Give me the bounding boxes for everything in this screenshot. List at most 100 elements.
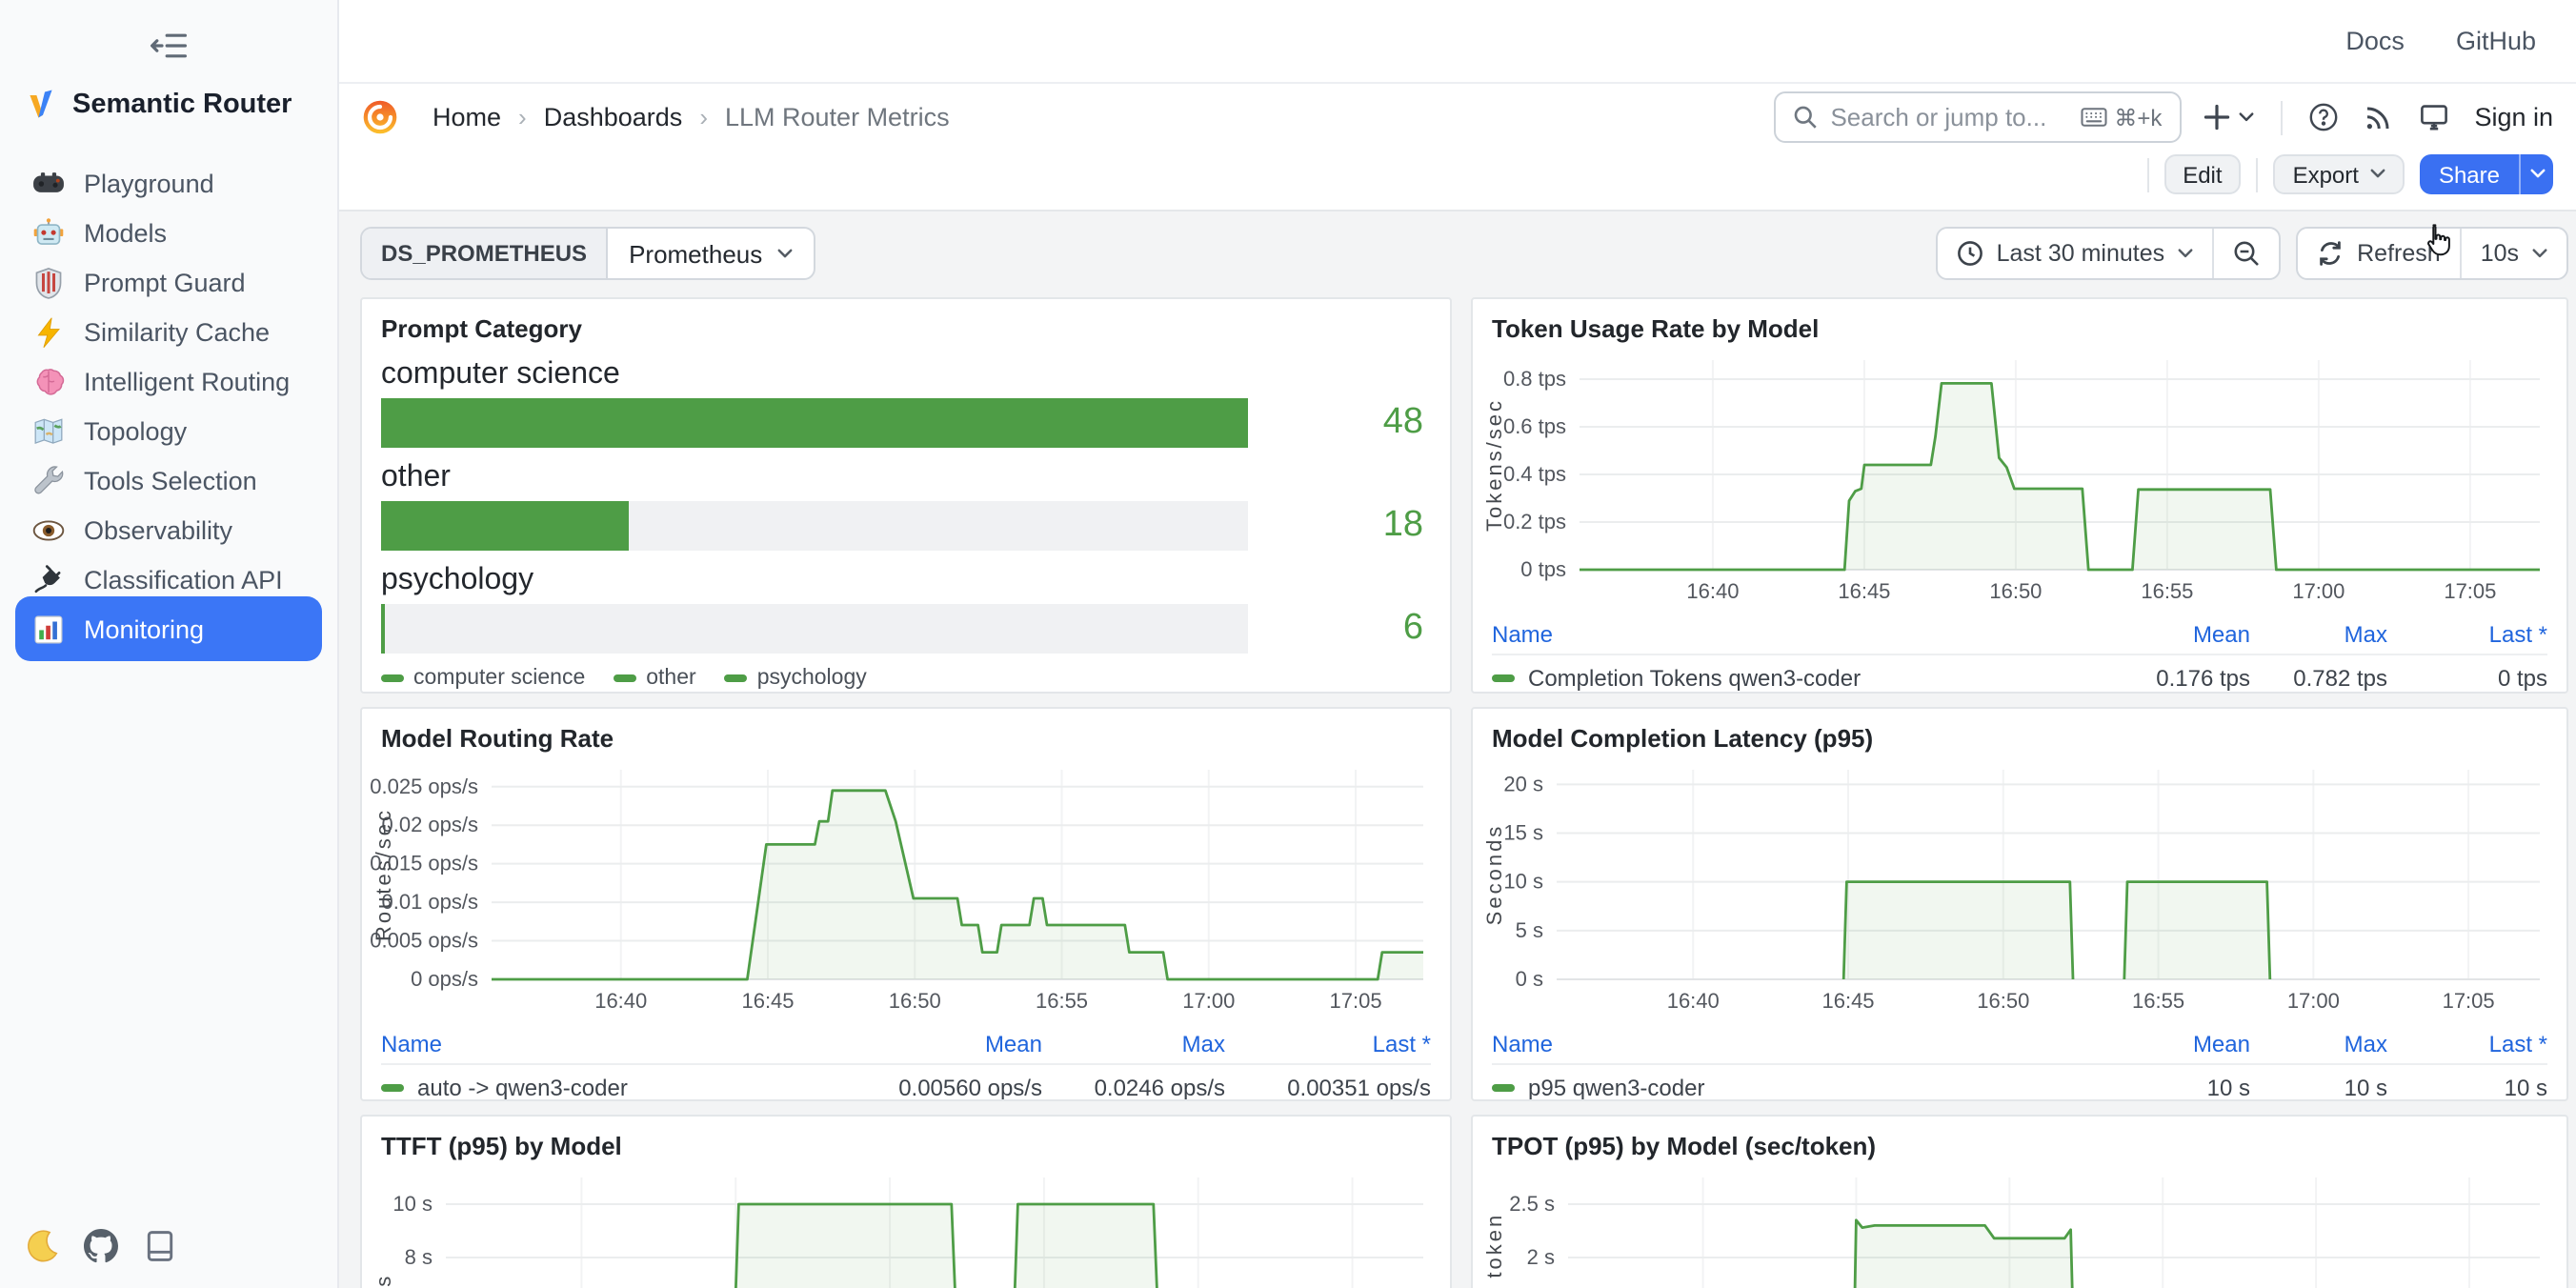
sidebar-item-models[interactable]: Models xyxy=(15,208,322,257)
svg-text:16:55: 16:55 xyxy=(2132,989,2184,1013)
chevron-down-icon xyxy=(777,248,793,259)
legend-header-last[interactable]: Last * xyxy=(2387,621,2547,648)
sidebar-item-topology[interactable]: Topology xyxy=(15,406,322,455)
sidebar-item-monitoring[interactable]: Monitoring xyxy=(15,596,322,661)
github-icon[interactable] xyxy=(84,1229,118,1263)
series-color-dash-icon xyxy=(1492,674,1515,682)
svg-text:16:55: 16:55 xyxy=(2141,579,2193,603)
svg-text:16:50: 16:50 xyxy=(1989,579,2042,603)
divider xyxy=(2280,100,2282,134)
svg-text:10 s: 10 s xyxy=(392,1192,433,1216)
timeseries-chart[interactable]: 0 s0.5 s1 s1.5 s2 s2.5 s16:4016:4516:501… xyxy=(1480,1162,2555,1288)
chevron-down-icon xyxy=(2370,169,2385,180)
grafana-logo-icon[interactable] xyxy=(362,99,398,135)
svg-text:2.5 s: 2.5 s xyxy=(1509,1192,1555,1216)
breadcrumb-item-llm-router-metrics[interactable]: LLM Router Metrics xyxy=(725,103,950,131)
breadcrumb-separator: › xyxy=(518,103,527,131)
sidebar-item-prompt-guard[interactable]: Prompt Guard xyxy=(15,257,322,307)
timeseries-chart[interactable]: 0 tps0.2 tps0.4 tps0.6 tps0.8 tps16:4016… xyxy=(1480,345,2555,617)
legend-header-max[interactable]: Max xyxy=(1042,1031,1225,1057)
export-button[interactable]: Export xyxy=(2274,154,2405,194)
legend-item[interactable]: computer science xyxy=(381,667,585,690)
svg-text:0 s: 0 s xyxy=(1516,967,1543,991)
breadcrumb-item-dashboards[interactable]: Dashboards xyxy=(544,103,683,131)
legend-header: NameMeanMaxLast * xyxy=(381,1027,1431,1063)
series-value: 0.176 tps xyxy=(2075,665,2250,692)
series-name[interactable]: auto -> qwen3-coder xyxy=(381,1075,829,1101)
share-menu-caret[interactable] xyxy=(2519,154,2553,194)
legend-header-name[interactable]: Name xyxy=(1492,1031,2075,1057)
help-icon[interactable] xyxy=(2308,103,2337,131)
series-name[interactable]: p95 qwen3-coder xyxy=(1492,1075,2075,1101)
series-label: auto -> qwen3-coder xyxy=(417,1075,628,1101)
sidebar-item-intelligent-routing[interactable]: Intelligent Routing xyxy=(15,356,322,406)
docs-link[interactable]: Docs xyxy=(2345,27,2405,55)
legend-header-max[interactable]: Max xyxy=(2250,1031,2387,1057)
timeseries-chart[interactable]: 0 ops/s0.005 ops/s0.01 ops/s0.015 ops/s0… xyxy=(370,755,1439,1027)
series-label: Completion Tokens qwen3-coder xyxy=(1528,665,1861,692)
datasource-select[interactable]: Prometheus xyxy=(608,229,814,278)
timeseries-chart[interactable]: 0 s2 s4 s6 s8 s10 s16:4016:4516:5016:551… xyxy=(370,1162,1439,1288)
legend-header-mean[interactable]: Mean xyxy=(829,1031,1042,1057)
legend-header: NameMeanMaxLast * xyxy=(1492,1027,2547,1063)
github-link[interactable]: GitHub xyxy=(2456,27,2536,55)
svg-text:2 s: 2 s xyxy=(1527,1245,1555,1269)
sidebar-item-label: Classification API xyxy=(84,565,283,594)
bar-fill xyxy=(381,604,385,654)
zoom-out-button[interactable] xyxy=(2212,229,2279,278)
sidebar-item-label: Similarity Cache xyxy=(84,317,270,346)
legend-header-last[interactable]: Last * xyxy=(2387,1031,2547,1057)
edit-button[interactable]: Edit xyxy=(2163,154,2241,194)
legend-row: Completion Tokens qwen3-coder0.176 tps0.… xyxy=(1492,654,2547,694)
breadcrumb-item-home[interactable]: Home xyxy=(433,103,501,131)
sign-in-button[interactable]: Sign in xyxy=(2474,103,2553,131)
series-color-dash-icon xyxy=(614,674,636,682)
sidebar-footer xyxy=(0,1229,337,1288)
timeseries-chart[interactable]: 0 s5 s10 s15 s20 s16:4016:4516:5016:5517… xyxy=(1480,755,2555,1027)
legend-row: p95 qwen3-coder10 s10 s10 s xyxy=(1492,1063,2547,1101)
book-icon[interactable] xyxy=(143,1229,177,1263)
chevron-down-icon xyxy=(2532,240,2547,267)
news-rss-icon[interactable] xyxy=(2364,103,2392,131)
search-icon xyxy=(1792,105,1817,130)
legend-item[interactable]: other xyxy=(614,667,695,690)
new-button[interactable] xyxy=(2202,103,2253,131)
series-value: 0.0246 ops/s xyxy=(1042,1075,1225,1101)
legend-header-mean[interactable]: Mean xyxy=(2075,621,2250,648)
refresh-button[interactable]: Refresh xyxy=(2298,229,2460,278)
bar-fill xyxy=(381,398,1248,448)
svg-text:16:40: 16:40 xyxy=(1686,579,1739,603)
main-area: Docs GitHub Home›Dashboards›LLM Router M… xyxy=(339,0,2576,1288)
sidebar-item-tools-selection[interactable]: Tools Selection xyxy=(15,455,322,505)
bar-fill xyxy=(381,501,629,551)
svg-text:16:55: 16:55 xyxy=(1036,989,1088,1013)
bar-track xyxy=(381,501,1248,551)
search-input[interactable]: Search or jump to... ⌘+k xyxy=(1773,91,2181,143)
svg-text:5 s: 5 s xyxy=(1516,918,1543,942)
sidebar-item-playground[interactable]: Playground xyxy=(15,158,322,208)
legend-header-last[interactable]: Last * xyxy=(1225,1031,1431,1057)
sidebar-item-similarity-cache[interactable]: Similarity Cache xyxy=(15,307,322,356)
search-shortcut: ⌘+k xyxy=(2080,104,2162,131)
kiosk-monitor-icon[interactable] xyxy=(2419,103,2447,131)
refresh-interval-picker[interactable]: 10s xyxy=(2460,229,2566,278)
svg-text:17:05: 17:05 xyxy=(2444,579,2496,603)
svg-text:0.8 tps: 0.8 tps xyxy=(1503,367,1566,391)
series-name[interactable]: Completion Tokens qwen3-coder xyxy=(1492,665,2075,692)
legend-header-mean[interactable]: Mean xyxy=(2075,1031,2250,1057)
panel-token-usage-rate-by-model: Token Usage Rate by Model0 tps0.2 tps0.4… xyxy=(1471,297,2568,694)
legend-item[interactable]: psychology xyxy=(725,667,867,690)
moon-icon[interactable] xyxy=(25,1229,59,1263)
legend-item-label: computer science xyxy=(413,667,585,690)
svg-text:16:40: 16:40 xyxy=(594,989,647,1013)
time-range-picker[interactable]: Last 30 minutes xyxy=(1938,229,2213,278)
legend-header-name[interactable]: Name xyxy=(1492,621,2075,648)
sidebar-item-observability[interactable]: Observability xyxy=(15,505,322,554)
share-button[interactable]: Share xyxy=(2420,154,2553,194)
sidebar-collapse-icon[interactable] xyxy=(150,30,188,61)
legend-header-max[interactable]: Max xyxy=(2250,621,2387,648)
legend-header-name[interactable]: Name xyxy=(381,1031,829,1057)
series-value: 0 tps xyxy=(2387,665,2547,692)
panel-model-completion-latency-p95: Model Completion Latency (p95)0 s5 s10 s… xyxy=(1471,707,2568,1101)
bar-label: computer science xyxy=(381,358,1431,392)
